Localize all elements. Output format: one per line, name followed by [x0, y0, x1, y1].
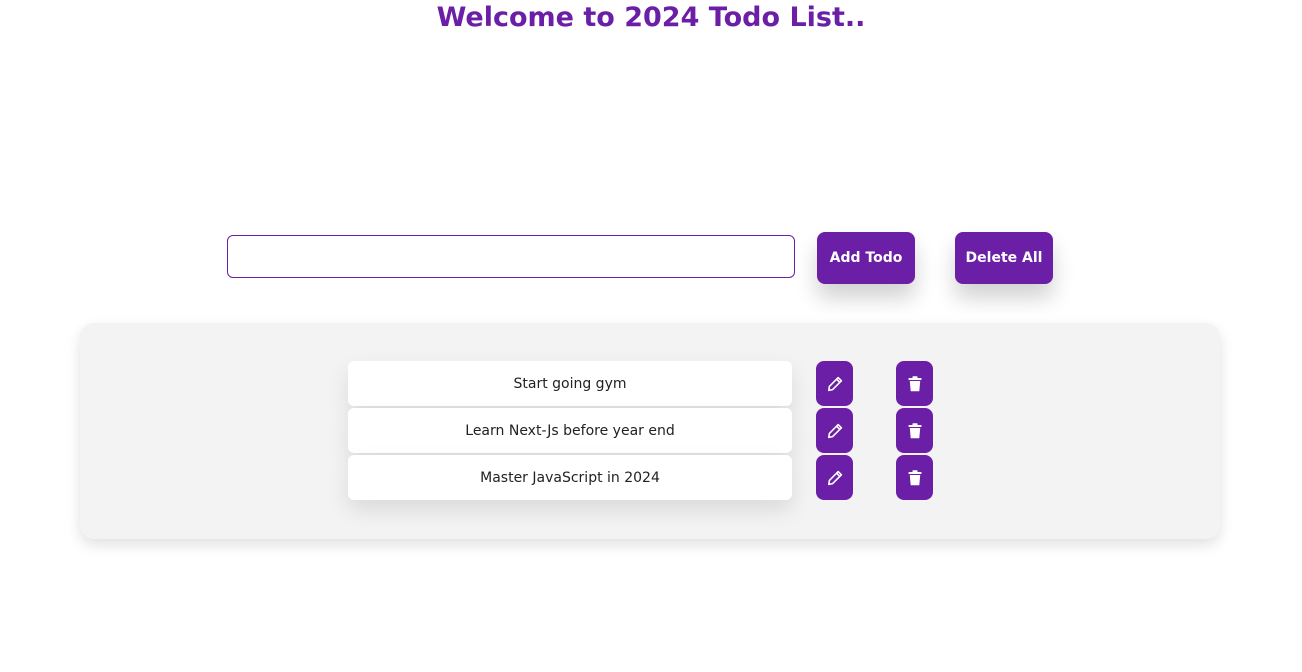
pencil-icon	[827, 470, 842, 485]
todo-item: Master JavaScript in 2024	[348, 455, 948, 500]
todo-list: Start going gym Learn Next-Js before yea…	[80, 323, 1220, 539]
pencil-icon	[827, 376, 842, 391]
todo-item: Start going gym	[348, 361, 948, 406]
todo-item-text: Learn Next-Js before year end	[348, 408, 792, 453]
page-title: Welcome to 2024 Todo List..	[436, 2, 866, 33]
trash-icon	[908, 375, 921, 391]
edit-todo-button[interactable]	[816, 455, 853, 500]
edit-todo-button[interactable]	[816, 361, 853, 406]
todo-item-text: Master JavaScript in 2024	[348, 455, 792, 500]
trash-icon	[908, 422, 921, 438]
todo-app: Welcome to 2024 Todo List.. Add Todo Del…	[0, 0, 1302, 672]
pencil-icon	[827, 423, 842, 438]
delete-todo-button[interactable]	[896, 455, 933, 500]
edit-todo-button[interactable]	[816, 408, 853, 453]
delete-all-button[interactable]: Delete All	[955, 232, 1053, 284]
delete-todo-button[interactable]	[896, 361, 933, 406]
trash-icon	[908, 469, 921, 485]
todo-item: Learn Next-Js before year end	[348, 408, 948, 453]
todo-item-text: Start going gym	[348, 361, 792, 406]
add-todo-form: Add Todo Delete All	[0, 232, 1302, 284]
todo-input[interactable]	[227, 235, 795, 278]
delete-todo-button[interactable]	[896, 408, 933, 453]
add-todo-button[interactable]: Add Todo	[817, 232, 915, 284]
